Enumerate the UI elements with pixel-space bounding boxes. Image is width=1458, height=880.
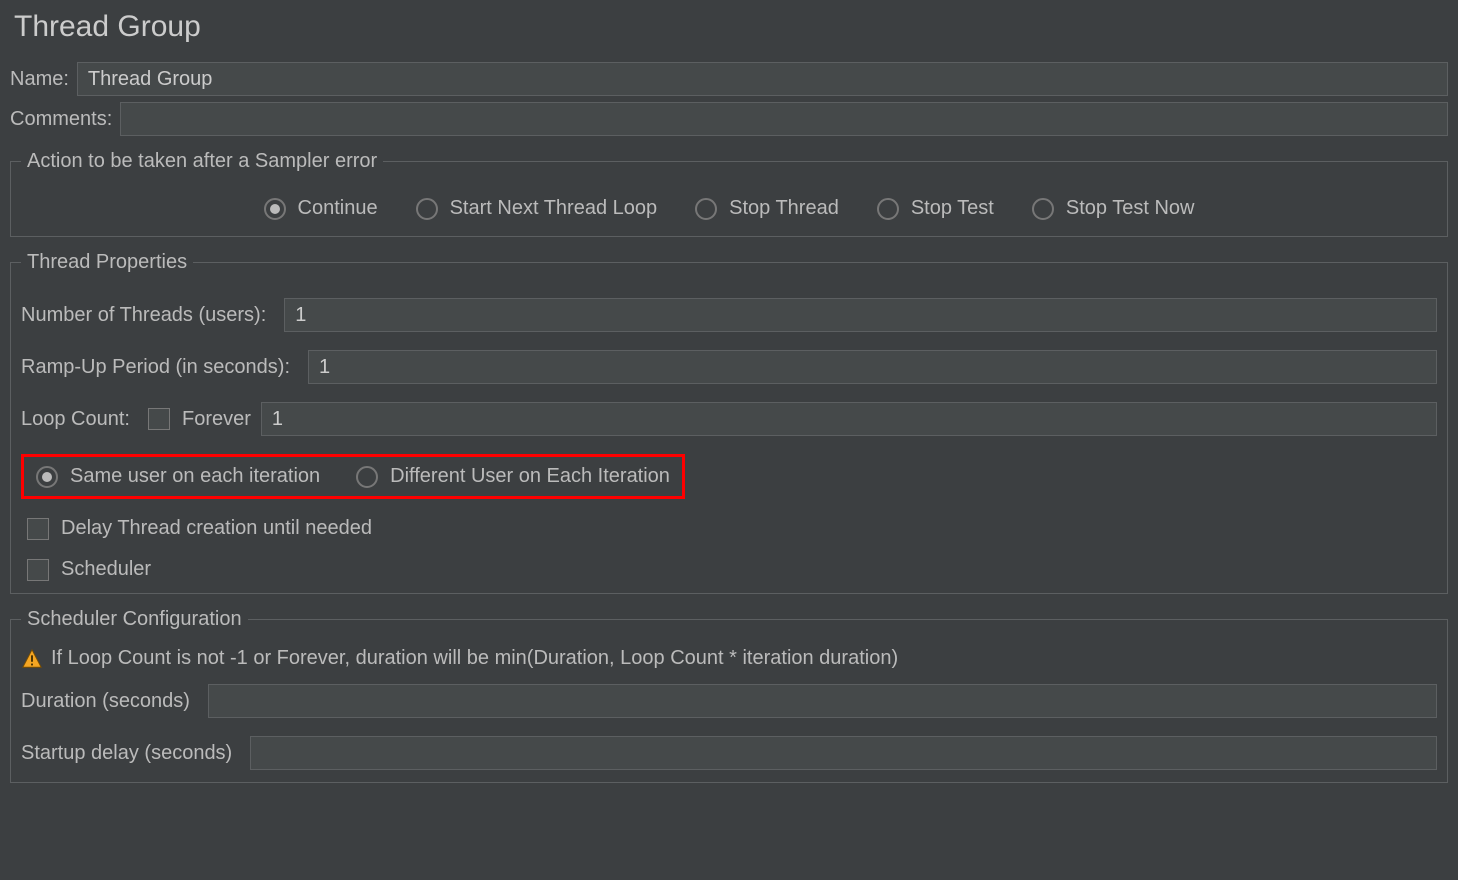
forever-label: Forever <box>182 408 251 431</box>
radio-icon <box>356 466 378 488</box>
radio-same-user[interactable]: Same user on each iteration <box>36 465 320 488</box>
checkbox-icon <box>148 408 170 430</box>
checkbox-icon <box>27 559 49 581</box>
startup-delay-input[interactable] <box>250 736 1437 770</box>
radio-different-user[interactable]: Different User on Each Iteration <box>356 465 670 488</box>
comments-label: Comments: <box>10 108 112 131</box>
forever-checkbox[interactable]: Forever <box>148 408 251 431</box>
radio-label: Different User on Each Iteration <box>390 465 670 488</box>
delay-thread-checkbox[interactable]: Delay Thread creation until needed <box>27 517 372 540</box>
delay-thread-label: Delay Thread creation until needed <box>61 517 372 540</box>
warning-icon <box>21 648 43 670</box>
error-action-group: Action to be taken after a Sampler error… <box>10 150 1448 237</box>
radio-icon <box>695 198 717 220</box>
scheduler-label: Scheduler <box>61 558 151 581</box>
radio-icon <box>416 198 438 220</box>
radio-label: Stop Test <box>911 197 994 220</box>
ramp-up-label: Ramp-Up Period (in seconds): <box>21 356 290 379</box>
radio-stop-thread[interactable]: Stop Thread <box>695 197 839 220</box>
scheduler-config-group: Scheduler Configuration If Loop Count is… <box>10 608 1448 783</box>
scheduler-checkbox[interactable]: Scheduler <box>27 558 151 581</box>
radio-icon <box>264 198 286 220</box>
name-label: Name: <box>10 68 69 91</box>
num-threads-input[interactable] <box>284 298 1437 332</box>
page-title: Thread Group <box>10 10 1448 44</box>
radio-label: Start Next Thread Loop <box>450 197 658 220</box>
startup-delay-label: Startup delay (seconds) <box>21 742 232 765</box>
thread-properties-legend: Thread Properties <box>21 251 193 274</box>
radio-icon <box>877 198 899 220</box>
loop-count-input[interactable] <box>261 402 1437 436</box>
radio-label: Stop Test Now <box>1066 197 1195 220</box>
radio-icon <box>36 466 58 488</box>
duration-label: Duration (seconds) <box>21 690 190 713</box>
radio-start-next-loop[interactable]: Start Next Thread Loop <box>416 197 658 220</box>
scheduler-config-legend: Scheduler Configuration <box>21 608 248 631</box>
error-action-legend: Action to be taken after a Sampler error <box>21 150 383 173</box>
user-iteration-highlight: Same user on each iteration Different Us… <box>21 454 685 499</box>
radio-label: Continue <box>298 197 378 220</box>
radio-continue[interactable]: Continue <box>264 197 378 220</box>
loop-count-label: Loop Count: <box>21 408 130 431</box>
num-threads-label: Number of Threads (users): <box>21 304 266 327</box>
duration-input[interactable] <box>208 684 1437 718</box>
radio-label: Stop Thread <box>729 197 839 220</box>
comments-input[interactable] <box>120 102 1448 136</box>
checkbox-icon <box>27 518 49 540</box>
thread-properties-group: Thread Properties Number of Threads (use… <box>10 251 1448 594</box>
radio-stop-test-now[interactable]: Stop Test Now <box>1032 197 1195 220</box>
radio-icon <box>1032 198 1054 220</box>
scheduler-note: If Loop Count is not -1 or Forever, dura… <box>51 647 898 670</box>
name-input[interactable] <box>77 62 1448 96</box>
ramp-up-input[interactable] <box>308 350 1437 384</box>
radio-label: Same user on each iteration <box>70 465 320 488</box>
radio-stop-test[interactable]: Stop Test <box>877 197 994 220</box>
